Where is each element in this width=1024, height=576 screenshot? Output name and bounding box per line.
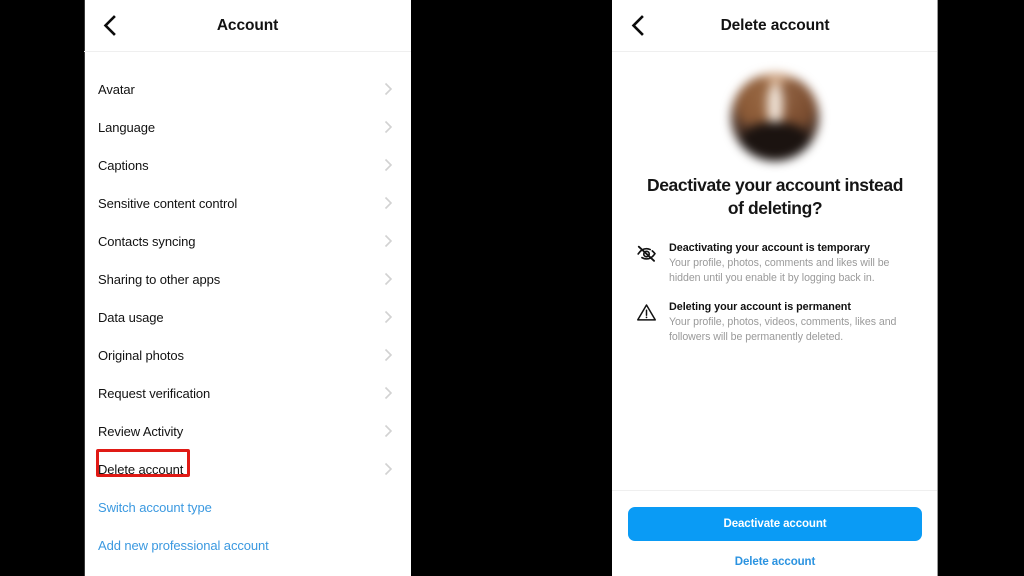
settings-row-label: Data usage <box>98 309 164 325</box>
avatar-detail <box>740 122 810 161</box>
settings-row-label: Sharing to other apps <box>98 271 221 287</box>
info-text: Deleting your account is permanent Your … <box>662 301 916 344</box>
info-text: Deactivating your account is temporary Y… <box>662 242 916 285</box>
settings-row-delete-account[interactable]: Delete account <box>84 450 411 488</box>
avatar-detail <box>767 85 783 125</box>
deactivate-account-button[interactable]: Deactivate account <box>628 507 922 541</box>
settings-row-request-verification[interactable]: Request verification <box>84 374 411 412</box>
settings-row-sharing-to-other-apps[interactable]: Sharing to other apps <box>84 260 411 298</box>
page-title: Account <box>216 16 279 34</box>
right-navbar: Delete account <box>612 0 938 52</box>
info-row-delete: Deleting your account is permanent Your … <box>636 301 916 344</box>
chevron-right-icon <box>384 234 393 248</box>
settings-row-label: Sensitive content control <box>98 195 238 211</box>
back-button[interactable] <box>94 11 124 41</box>
settings-row-label: Request verification <box>98 385 211 401</box>
chevron-left-icon <box>631 15 644 36</box>
info-description: Your profile, photos, videos, comments, … <box>669 316 897 343</box>
chevron-right-icon <box>384 272 393 286</box>
delete-account-button[interactable]: Delete account <box>612 555 938 569</box>
chevron-right-icon <box>384 82 393 96</box>
switch-account-type-link[interactable]: Switch account type <box>84 488 411 526</box>
settings-row-label: Review Activity <box>98 423 184 439</box>
settings-row-label: Original photos <box>98 347 184 363</box>
warning-triangle-icon <box>636 301 662 323</box>
page-title: Delete account <box>720 16 830 34</box>
info-title: Deleting your account is permanent <box>669 301 851 313</box>
info-description: Your profile, photos, comments and likes… <box>669 257 890 284</box>
footer-actions: Deactivate account Delete account <box>612 490 938 576</box>
chevron-right-icon <box>384 462 393 476</box>
info-row-deactivate: Deactivating your account is temporary Y… <box>636 242 916 285</box>
settings-row-data-usage[interactable]: Data usage <box>84 298 411 336</box>
chevron-right-icon <box>384 158 393 172</box>
screenshot-stage: Account Avatar Language Captions Sensiti… <box>0 0 1024 576</box>
chevron-right-icon <box>384 424 393 438</box>
add-new-professional-account-link[interactable]: Add new professional account <box>84 526 411 564</box>
link-label: Add new professional account <box>98 537 269 553</box>
delete-account-screen: Delete account Deactivate your account i… <box>612 0 938 576</box>
account-settings-screen: Account Avatar Language Captions Sensiti… <box>84 0 411 576</box>
eye-off-icon <box>636 242 662 264</box>
info-list: Deactivating your account is temporary Y… <box>612 242 938 344</box>
settings-row-language[interactable]: Language <box>84 108 411 146</box>
avatar <box>731 73 819 161</box>
settings-row-captions[interactable]: Captions <box>84 146 411 184</box>
settings-row-review-activity[interactable]: Review Activity <box>84 412 411 450</box>
chevron-right-icon <box>384 310 393 324</box>
chevron-right-icon <box>384 196 393 210</box>
link-label: Switch account type <box>98 499 212 515</box>
settings-row-label: Delete account <box>98 461 184 477</box>
settings-list: Avatar Language Captions Sensitive conte… <box>84 52 411 564</box>
headline: Deactivate your account instead of delet… <box>646 175 904 218</box>
settings-row-avatar[interactable]: Avatar <box>84 70 411 108</box>
chevron-right-icon <box>384 120 393 134</box>
info-title: Deactivating your account is temporary <box>669 242 870 254</box>
settings-row-label: Captions <box>98 157 149 173</box>
settings-row-sensitive-content-control[interactable]: Sensitive content control <box>84 184 411 222</box>
back-button[interactable] <box>622 11 652 41</box>
chevron-right-icon <box>384 348 393 362</box>
left-navbar: Account <box>84 0 411 52</box>
settings-row-label: Language <box>98 119 156 135</box>
settings-row-contacts-syncing[interactable]: Contacts syncing <box>84 222 411 260</box>
chevron-right-icon <box>384 386 393 400</box>
chevron-left-icon <box>103 15 116 36</box>
delete-account-body: Deactivate your account instead of delet… <box>612 73 938 576</box>
settings-row-label: Avatar <box>98 81 135 97</box>
settings-row-original-photos[interactable]: Original photos <box>84 336 411 374</box>
settings-row-label: Contacts syncing <box>98 233 196 249</box>
avatar-container <box>612 73 938 161</box>
avatar-detail <box>780 80 816 126</box>
